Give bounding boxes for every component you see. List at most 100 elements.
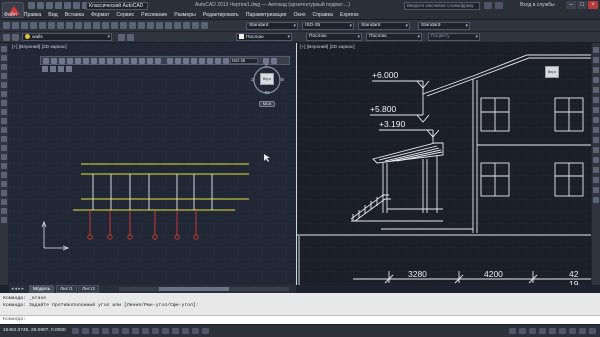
snap-nearest-icon[interactable] bbox=[139, 58, 145, 64]
tab-model[interactable]: Модель bbox=[29, 285, 55, 293]
compass-east[interactable]: В bbox=[281, 77, 284, 82]
cut-icon[interactable] bbox=[57, 22, 64, 29]
minimize-button[interactable]: – bbox=[566, 1, 576, 9]
viewport-label[interactable]: [+] [Верхний] [2D каркас] bbox=[300, 45, 355, 50]
plotstyle-select[interactable]: Поцвету bbox=[428, 33, 480, 41]
menu-edit[interactable]: Правка bbox=[24, 11, 42, 19]
stretch-icon[interactable] bbox=[593, 127, 599, 133]
markup-icon[interactable] bbox=[183, 22, 190, 29]
wcs-menu[interactable]: МСК bbox=[259, 101, 275, 107]
table-icon[interactable] bbox=[1, 199, 7, 205]
grid-display-icon[interactable] bbox=[92, 328, 99, 334]
command-input[interactable]: Команда: bbox=[0, 315, 600, 324]
arc-icon[interactable] bbox=[1, 91, 7, 97]
object-snap-tracking-icon[interactable] bbox=[142, 328, 149, 334]
compass-south[interactable]: Ю bbox=[265, 90, 270, 95]
line-icon[interactable] bbox=[1, 46, 7, 52]
gradient-icon[interactable] bbox=[1, 181, 7, 187]
snap-mode-icon[interactable] bbox=[82, 328, 89, 334]
polar-tracking-icon[interactable] bbox=[112, 328, 119, 334]
compass-north[interactable]: С bbox=[265, 63, 268, 68]
lock-icon[interactable] bbox=[559, 328, 566, 334]
polygon-icon[interactable] bbox=[1, 73, 7, 79]
revcloud-icon[interactable] bbox=[1, 109, 7, 115]
model-space-icon[interactable] bbox=[509, 328, 516, 334]
workspace-switch-icon[interactable] bbox=[549, 328, 556, 334]
join-icon[interactable] bbox=[593, 167, 599, 173]
add-selected-icon[interactable] bbox=[1, 217, 7, 223]
textstyle-select[interactable]: Standard bbox=[246, 22, 298, 30]
open-icon[interactable] bbox=[37, 2, 44, 9]
menu-draw[interactable]: Рисование bbox=[141, 11, 167, 19]
menu-format[interactable]: Формат bbox=[91, 11, 109, 19]
snap-none-icon[interactable] bbox=[147, 58, 153, 64]
coordinates-readout[interactable]: 16462.0745, 29.0807, 0.0000 bbox=[3, 328, 66, 333]
redo-icon[interactable] bbox=[102, 22, 109, 29]
snap-quadrant-icon[interactable] bbox=[91, 58, 97, 64]
dim-diameter-icon[interactable] bbox=[215, 58, 221, 64]
preview-icon[interactable] bbox=[39, 22, 46, 29]
saveas-icon[interactable] bbox=[55, 2, 62, 9]
layer-select[interactable]: walls bbox=[22, 33, 112, 41]
point-icon[interactable] bbox=[1, 163, 7, 169]
snap-midpoint-icon[interactable] bbox=[51, 58, 57, 64]
dim-radius-icon[interactable] bbox=[199, 58, 205, 64]
menu-modify[interactable]: Редактировать bbox=[203, 11, 239, 19]
tab-sheet2[interactable]: Лист2 bbox=[78, 285, 100, 293]
hardware-accel-icon[interactable] bbox=[569, 328, 576, 334]
calculator-icon[interactable] bbox=[192, 22, 199, 29]
sheetset-icon[interactable] bbox=[174, 22, 181, 29]
construction-line-icon[interactable] bbox=[1, 55, 7, 61]
isolate-icon[interactable] bbox=[579, 328, 586, 334]
circle-icon[interactable] bbox=[1, 100, 7, 106]
infer-constraints-icon[interactable] bbox=[72, 328, 79, 334]
quick-view-drawings-icon[interactable] bbox=[529, 328, 536, 334]
dim-ordinate-icon[interactable] bbox=[191, 58, 197, 64]
viewcube[interactable]: Верх bbox=[545, 66, 559, 78]
mtext-icon[interactable] bbox=[1, 208, 7, 214]
linetype-select[interactable]: Послою bbox=[306, 33, 362, 41]
chamfer-icon[interactable] bbox=[593, 177, 599, 183]
dimstyle-select[interactable]: ISO-25 bbox=[302, 22, 354, 30]
snap-extension-icon[interactable] bbox=[75, 58, 81, 64]
3d-osnap-icon[interactable] bbox=[132, 328, 139, 334]
dynamic-input-icon[interactable] bbox=[162, 328, 169, 334]
dim-linear-icon[interactable] bbox=[167, 58, 173, 64]
explode-icon[interactable] bbox=[593, 197, 599, 203]
snap-apparent-icon[interactable] bbox=[67, 58, 73, 64]
mirror-icon[interactable] bbox=[593, 67, 599, 73]
palettes-icon[interactable] bbox=[165, 22, 172, 29]
save-icon[interactable] bbox=[46, 2, 53, 9]
menu-express[interactable]: Express bbox=[340, 11, 359, 19]
erase-icon[interactable] bbox=[593, 47, 599, 53]
menu-view[interactable]: Вид bbox=[48, 11, 57, 19]
tool-b-icon[interactable] bbox=[50, 66, 56, 72]
zoom-previous-icon[interactable] bbox=[138, 22, 145, 29]
scale-icon[interactable] bbox=[593, 117, 599, 123]
selection-cycling-icon[interactable] bbox=[202, 328, 209, 334]
viewport-label[interactable]: [+] [Верхний] [2D каркас] bbox=[12, 45, 67, 50]
menu-help[interactable]: Справка bbox=[313, 11, 333, 19]
tool-a-icon[interactable] bbox=[42, 66, 48, 72]
quick-view-layouts-icon[interactable] bbox=[519, 328, 526, 334]
dim-jogged-icon[interactable] bbox=[207, 58, 213, 64]
dim-angular-icon[interactable] bbox=[223, 58, 229, 64]
move-icon[interactable] bbox=[593, 97, 599, 103]
dim-aligned-icon[interactable] bbox=[175, 58, 181, 64]
menu-parametric[interactable]: Параметризация bbox=[246, 11, 287, 19]
snap-parallel-icon[interactable] bbox=[115, 58, 121, 64]
extend-icon[interactable] bbox=[593, 147, 599, 153]
tool-c-icon[interactable] bbox=[58, 66, 64, 72]
undo-icon[interactable] bbox=[93, 22, 100, 29]
object-snap-icon[interactable] bbox=[122, 328, 129, 334]
close-button[interactable]: × bbox=[588, 1, 598, 9]
rotate-icon[interactable] bbox=[593, 107, 599, 113]
quick-properties-icon[interactable] bbox=[192, 328, 199, 334]
offset-icon[interactable] bbox=[593, 77, 599, 83]
menu-window[interactable]: Окно bbox=[293, 11, 305, 19]
lineweight-select[interactable]: Послою bbox=[366, 33, 422, 41]
publish-icon[interactable] bbox=[48, 22, 55, 29]
signin-link[interactable]: Вход в службы bbox=[520, 2, 555, 8]
match-icon[interactable] bbox=[84, 22, 91, 29]
help-icon[interactable] bbox=[201, 22, 208, 29]
